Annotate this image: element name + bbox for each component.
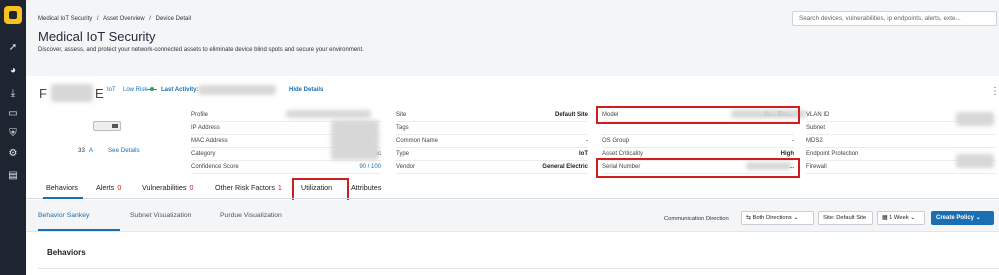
redacted-activity [198,85,276,95]
create-policy-button[interactable]: Create Policy ⌄ [931,211,994,225]
risk-tag: Low Risk [123,87,148,93]
score-grade: A [88,147,94,154]
tab-vulnerabilities[interactable]: Vulnerabilities 0 [142,183,193,192]
subtab-behavior-sankey[interactable]: Behavior Sankey [38,212,89,219]
prop-common-name: Common Name - [396,135,588,148]
active-subtab-indicator [38,229,120,231]
alerts-count: 0 [117,183,122,192]
site-select[interactable]: Site: Default Site [818,211,873,225]
breadcrumb-asset-overview[interactable]: Asset Overview [103,16,145,22]
prop-mds2: MDS2 [806,135,996,148]
breadcrumb: Medical IoT Security / Asset Overview / … [38,16,194,22]
device-name-suffix: E [95,86,104,101]
divider [38,268,999,269]
download-icon[interactable]: ⤓ [0,86,26,102]
prop-confidence-score: Confidence Score 90 / 100 [191,161,381,174]
page-title: Medical IoT Security [38,29,156,44]
more-options-icon[interactable]: ⋮ [990,86,999,97]
breadcrumb-separator: / [149,16,151,22]
highlight-model [596,106,800,124]
prop-tags: Tags [396,122,588,135]
page-description: Discover, assess, and protect your netwo… [38,47,364,53]
breadcrumb-device-detail: Device Detail [155,16,191,22]
subtab-subnet-visualization[interactable]: Subnet Visualization [130,212,191,219]
search-placeholder: Search devices, vulnerabilities, ip endp… [799,15,961,22]
activity-icon[interactable]: ➚ [0,40,26,56]
redacted-firewall [956,154,994,168]
hide-details-link[interactable]: Hide Details [289,87,323,93]
see-details-link[interactable]: See Details [108,147,140,154]
prop-os-group: OS Group - [602,135,794,148]
redacted-subnet [956,112,994,126]
last-activity-label: Last Activity: [161,87,199,93]
breadcrumb-separator: / [96,16,99,22]
prop-type: Type IoT [396,148,588,161]
vulnerabilities-count: 0 [189,183,194,192]
breadcrumb-medical-iot[interactable]: Medical IoT Security [38,16,92,22]
shield-icon[interactable]: ⛨ [0,126,26,142]
subtab-purdue-visualization[interactable]: Purdue Visualization [220,212,282,219]
search-input[interactable]: Search devices, vulnerabilities, ip endp… [792,11,997,26]
dashboard-icon[interactable]: ◕ [0,63,26,79]
direction-select[interactable]: ⇆ Both Directions ⌄ [741,211,814,225]
logo-icon[interactable] [4,6,22,24]
tab-bar: Behaviors Alerts 0 Vulnerabilities 0 Other… [26,177,999,199]
redacted-profile [286,110,371,118]
redacted-network [331,120,379,160]
chevron-down-icon: ⌄ [791,215,799,221]
type-tag: IoT [107,87,116,93]
visualization-bar: Behavior Sankey Subnet Visualization Pur… [26,200,999,232]
device-image [93,121,121,131]
direction-label: Communication Direction [664,216,729,222]
device-name: F [39,86,47,101]
period-select[interactable]: ▦ 1 Week ⌄ [877,211,925,225]
prop-vendor: Vendor General Electric [396,161,588,174]
redacted-device-name [51,84,93,102]
activity-status-icon [147,87,157,93]
chevron-down-icon: ⌄ [974,215,981,221]
section-title-behaviors: Behaviors [47,248,86,257]
prop-site: Site Default Site [396,109,588,122]
tab-alerts[interactable]: Alerts 0 [96,183,121,192]
settings-icon[interactable]: ⚙ [0,146,26,162]
device-card: F E IoT Low Risk Last Activity: Hide Det… [26,76,999,275]
tab-utilization[interactable]: Utilization [301,183,332,192]
highlight-serial-number [596,158,800,178]
tab-behaviors[interactable]: Behaviors [46,183,78,192]
main-content: Medical IoT Security / Asset Overview / … [26,0,999,275]
risk-factors-count: 1 [277,183,282,192]
risk-score: 33 A [78,147,94,154]
document-icon[interactable]: ▤ [0,168,26,184]
tab-attributes[interactable]: Attributes [351,183,381,192]
sidebar: ➚ ◕ ⤓ ▭ ⛨ ⚙ ▤ [0,0,26,275]
active-tab-indicator [43,197,83,199]
tab-other-risk-factors[interactable]: Other Risk Factors 1 [215,183,282,192]
monitor-icon[interactable]: ▭ [0,106,26,122]
chevron-down-icon: ⌄ [908,215,916,221]
